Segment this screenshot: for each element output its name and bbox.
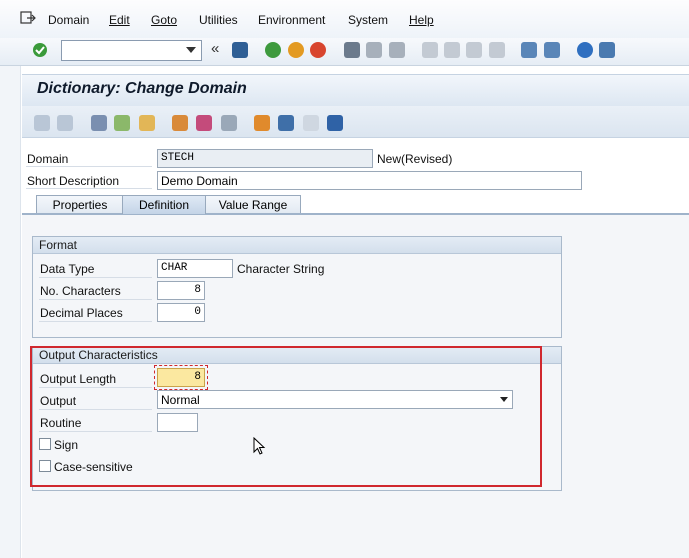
arrow-left-icon[interactable]: [34, 115, 50, 131]
format-group-title: Format: [33, 237, 561, 254]
menu-domain[interactable]: Domain: [48, 13, 89, 27]
print-icon[interactable]: [344, 42, 360, 58]
save-icon[interactable]: [232, 42, 248, 58]
cancel-icon[interactable]: [310, 42, 326, 58]
help-icon[interactable]: [577, 42, 593, 58]
domain-field: STECH: [157, 149, 373, 168]
double-chevron-left-icon[interactable]: «: [211, 40, 219, 57]
menu-goto[interactable]: Goto: [151, 13, 177, 27]
mouse-pointer-icon: [253, 436, 267, 460]
chevron-down-icon[interactable]: [186, 47, 196, 53]
no-characters-label: No. Characters: [40, 284, 121, 298]
wand-icon[interactable]: [196, 115, 212, 131]
decimal-places-label: Decimal Places: [40, 306, 123, 320]
tab-value-range[interactable]: Value Range: [205, 195, 301, 214]
menu-bar: Domain Edit Goto Utilities Environment S…: [0, 0, 689, 38]
domain-label: Domain: [27, 152, 69, 166]
highlight-box: [30, 346, 542, 487]
next-page-icon[interactable]: [466, 42, 482, 58]
divider: [39, 299, 152, 300]
domain-status: New(Revised): [377, 152, 453, 166]
first-page-icon[interactable]: [422, 42, 438, 58]
check-object-icon[interactable]: [114, 115, 130, 131]
data-type-field[interactable]: CHAR: [157, 259, 233, 278]
tab-definition[interactable]: Definition: [122, 195, 206, 214]
find-icon[interactable]: [366, 42, 382, 58]
exit-icon[interactable]: [288, 42, 304, 58]
object-list-icon[interactable]: [221, 115, 237, 131]
menu-help[interactable]: Help: [409, 13, 434, 27]
where-used-icon[interactable]: [172, 115, 188, 131]
sap-menu-icon[interactable]: [20, 11, 36, 25]
shortcut-icon[interactable]: [544, 42, 560, 58]
prev-page-icon[interactable]: [444, 42, 460, 58]
display-change-icon[interactable]: [91, 115, 107, 131]
enter-icon[interactable]: [32, 42, 48, 58]
divider: [39, 277, 152, 278]
menu-edit[interactable]: Edit: [109, 13, 130, 27]
info-icon[interactable]: [327, 115, 343, 131]
menu-utilities[interactable]: Utilities: [199, 13, 238, 27]
arrow-right-icon[interactable]: [57, 115, 73, 131]
decimal-places-field[interactable]: 0: [157, 303, 205, 322]
divider: [26, 188, 152, 189]
table-icon[interactable]: [303, 115, 319, 131]
short-description-field[interactable]: Demo Domain: [157, 171, 582, 190]
left-sidebar: [0, 66, 21, 558]
find-next-icon[interactable]: [389, 42, 405, 58]
divider: [39, 321, 152, 322]
data-type-description: Character String: [237, 262, 325, 276]
short-description-label: Short Description: [27, 174, 120, 188]
data-type-label: Data Type: [40, 262, 95, 276]
menu-system[interactable]: System: [348, 13, 388, 27]
hierarchy-icon[interactable]: [254, 115, 270, 131]
divider: [26, 166, 152, 167]
tab-properties[interactable]: Properties: [36, 195, 124, 214]
command-field[interactable]: [61, 40, 202, 61]
layout-icon[interactable]: [599, 42, 615, 58]
page-title: Dictionary: Change Domain: [37, 80, 247, 97]
no-characters-field[interactable]: 8: [157, 281, 205, 300]
menu-environment[interactable]: Environment: [258, 13, 325, 27]
activate-icon[interactable]: [139, 115, 155, 131]
new-session-icon[interactable]: [521, 42, 537, 58]
last-page-icon[interactable]: [489, 42, 505, 58]
documentation-icon[interactable]: [278, 115, 294, 131]
back-icon[interactable]: [265, 42, 281, 58]
